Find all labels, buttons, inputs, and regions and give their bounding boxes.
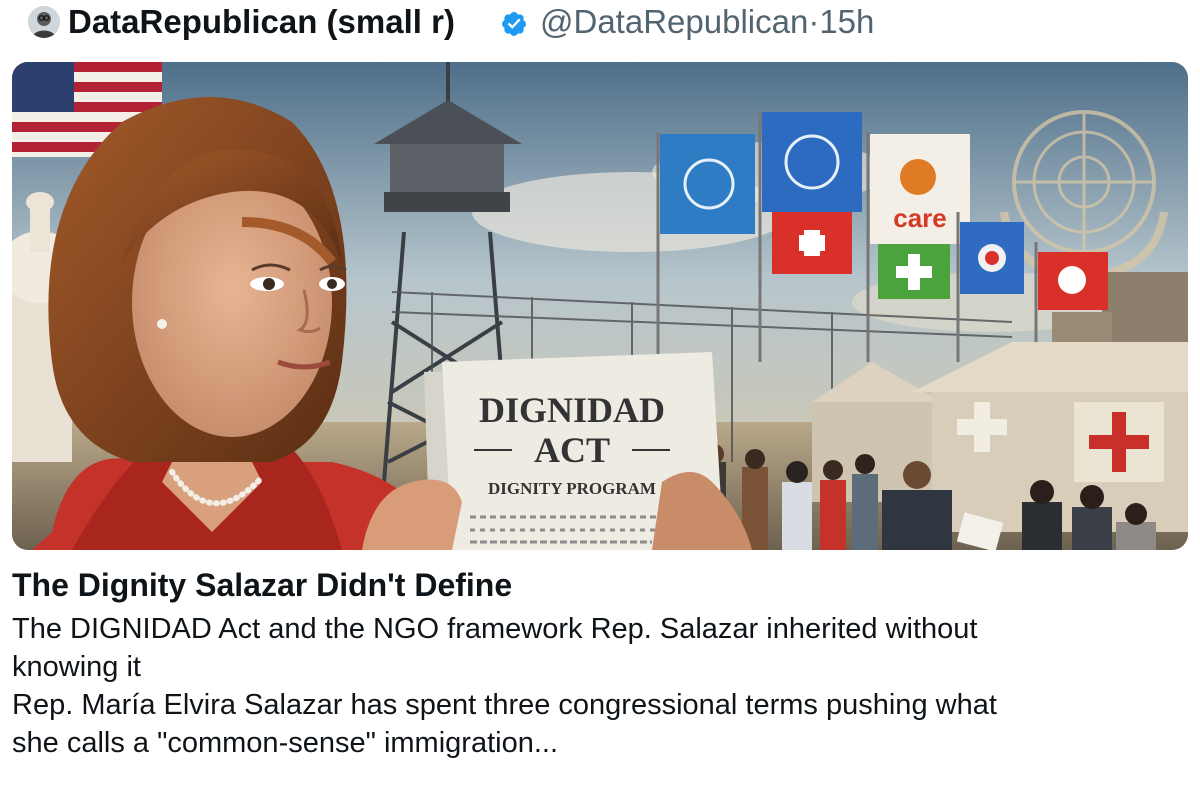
card-title[interactable]: The Dignity Salazar Didn't Define (12, 564, 1188, 606)
author-handle[interactable]: @DataRepublican (540, 3, 808, 40)
verified-badge-icon (500, 10, 528, 38)
document-title-line1: DIGNIDAD (479, 390, 665, 430)
description-line: knowing it (12, 651, 141, 683)
card-image[interactable]: care DIGNIDAD ACT DIGNITY PROGRAM (12, 62, 1188, 550)
link-preview-card[interactable]: care DIGNIDAD ACT DIGNITY PROGRAM The Di… (0, 52, 1200, 806)
card-description[interactable]: The DIGNIDAD Act and the NGO framework R… (12, 610, 1188, 762)
author-display-name[interactable]: DataRepublican (small r) (68, 0, 455, 44)
post-header: DataRepublican (small r) @DataRepublican… (0, 0, 1200, 52)
document-title-line2: ACT (534, 430, 610, 470)
description-line: The DIGNIDAD Act and the NGO framework R… (12, 613, 978, 645)
care-flag-label: care (893, 203, 947, 233)
card-text[interactable]: The Dignity Salazar Didn't Define The DI… (12, 564, 1188, 762)
author-handle-and-time[interactable]: @DataRepublican·15h (540, 0, 874, 44)
document-subtitle: DIGNITY PROGRAM (488, 479, 656, 498)
separator-dot: · (808, 3, 820, 40)
description-line: she calls a "common-sense" immigration..… (12, 727, 559, 759)
post-time[interactable]: 15h (819, 3, 874, 40)
description-line: Rep. María Elvira Salazar has spent thre… (12, 689, 997, 721)
avatar[interactable] (28, 6, 60, 38)
